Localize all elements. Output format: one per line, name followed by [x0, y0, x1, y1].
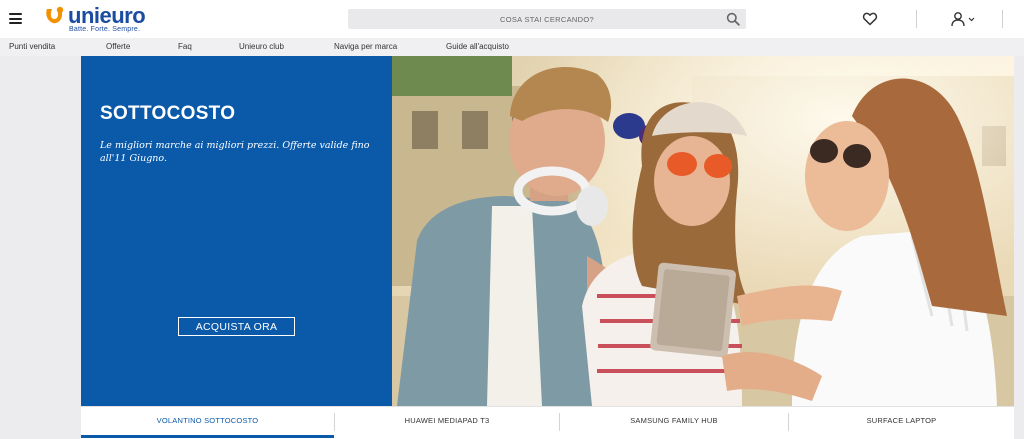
heart-icon[interactable] [862, 11, 878, 27]
acquista-ora-button[interactable]: ACQUISTA ORA [178, 317, 295, 336]
tab-surface-laptop[interactable]: SURFACE LAPTOP [789, 407, 1014, 437]
page-gutter-right [1014, 56, 1024, 439]
header-divider [1002, 10, 1003, 28]
nav-item-punti-vendita[interactable]: Punti vendita [9, 42, 55, 51]
search-input[interactable] [348, 9, 718, 29]
hero-photo-illustration [392, 56, 1014, 406]
search-icon[interactable] [726, 12, 740, 26]
hero-title: SOTTOCOSTO [100, 103, 236, 124]
chevron-down-icon [968, 17, 975, 22]
unieuro-logo[interactable]: unieuro Batte. Forte. Sempre. [44, 3, 154, 34]
nav-item-offerte[interactable]: Offerte [106, 42, 130, 51]
hamburger-menu-icon[interactable] [9, 13, 22, 24]
user-icon[interactable] [950, 11, 978, 27]
hero-subtitle: Le migliori marche ai migliori prezzi. O… [100, 140, 370, 164]
nav-item-unieuro-club[interactable]: Unieuro club [239, 42, 284, 51]
hero-image[interactable] [392, 56, 1014, 406]
tab-huawei-mediapad-t3[interactable]: HUAWEI MEDIAPAD T3 [335, 407, 559, 437]
tab-volantino-sottocosto[interactable]: VOLANTINO SOTTOCOSTO [81, 407, 334, 438]
nav-item-naviga-per-marca[interactable]: Naviga per marca [334, 42, 397, 51]
carousel-tabs: VOLANTINO SOTTOCOSTO HUAWEI MEDIAPAD T3 … [81, 406, 1014, 439]
logo-tagline: Batte. Forte. Sempre. [69, 26, 141, 33]
tab-samsung-family-hub[interactable]: SAMSUNG FAMILY HUB [560, 407, 788, 437]
site-header: unieuro Batte. Forte. Sempre. [0, 0, 1024, 38]
search-bar [348, 9, 746, 29]
logo-mark-icon [46, 6, 64, 24]
main-nav: Punti vendita Offerte Faq Unieuro club N… [0, 38, 1024, 56]
hero-text-panel: SOTTOCOSTO Le migliori marche ai miglior… [81, 56, 392, 406]
nav-item-guide-acquisto[interactable]: Guide all'acquisto [446, 42, 509, 51]
header-divider [916, 10, 917, 28]
page-gutter-left [0, 56, 81, 439]
nav-item-faq[interactable]: Faq [178, 42, 192, 51]
